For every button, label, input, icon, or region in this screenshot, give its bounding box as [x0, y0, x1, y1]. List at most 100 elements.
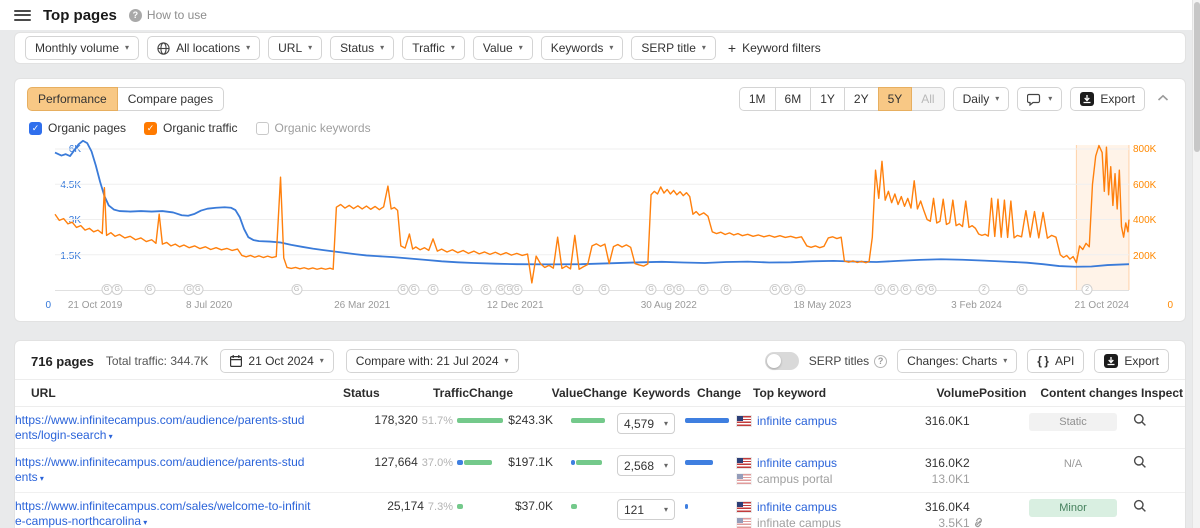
- google-update-icon[interactable]: G: [462, 284, 473, 295]
- range-button-2y[interactable]: 2Y: [844, 87, 879, 111]
- api-button[interactable]: { } API: [1027, 349, 1084, 373]
- legend-checkbox-organic-traffic[interactable]: ✓Organic traffic: [144, 121, 237, 135]
- page-url-link[interactable]: https://www.infinitecampus.com/audience/…: [15, 413, 327, 443]
- google-update-icon[interactable]: G: [397, 284, 408, 295]
- google-update-icon[interactable]: G: [291, 284, 302, 295]
- google-update-icon[interactable]: G: [408, 284, 419, 295]
- caret-down-icon: ▾: [664, 420, 668, 428]
- google-update-icon[interactable]: G: [646, 284, 657, 295]
- scrollbar-thumb[interactable]: [1194, 2, 1200, 152]
- column-header-value[interactable]: Value: [519, 380, 583, 406]
- top-keyword-link[interactable]: infinite campus: [757, 456, 837, 470]
- column-header-position[interactable]: Position: [979, 380, 1037, 406]
- filter-button-monthly-volume[interactable]: Monthly volume▾: [25, 36, 139, 60]
- keyword-volume: 316.0K: [905, 455, 963, 471]
- google-update-icon[interactable]: G: [112, 284, 123, 295]
- range-button-1m[interactable]: 1M: [739, 87, 776, 111]
- update-marker-2-icon[interactable]: 2: [1082, 284, 1093, 295]
- google-update-icon[interactable]: G: [900, 284, 911, 295]
- google-update-icon[interactable]: G: [144, 284, 155, 295]
- inspect-button[interactable]: [1125, 413, 1155, 430]
- update-marker-2-icon[interactable]: 2: [979, 284, 990, 295]
- page-url-link[interactable]: https://www.infinitecampus.com/sales/wel…: [15, 499, 327, 528]
- changes-select[interactable]: Changes: Charts ▾: [897, 349, 1017, 373]
- serp-titles-toggle[interactable]: [765, 352, 799, 370]
- legend-checkbox-organic-keywords[interactable]: Organic keywords: [256, 121, 371, 135]
- google-update-icon[interactable]: G: [480, 284, 491, 295]
- api-label: API: [1055, 354, 1074, 368]
- tab-compare-pages[interactable]: Compare pages: [117, 87, 224, 111]
- change-bar: [567, 413, 617, 428]
- inspect-button[interactable]: [1125, 499, 1155, 516]
- google-update-icon[interactable]: G: [795, 284, 806, 295]
- range-button-1y[interactable]: 1Y: [810, 87, 845, 111]
- column-header-status[interactable]: Status: [343, 380, 387, 406]
- legend-checkbox-organic-pages[interactable]: ✓Organic pages: [29, 121, 126, 135]
- table-export-button[interactable]: Export: [1094, 349, 1169, 373]
- notes-button[interactable]: ▾: [1017, 87, 1062, 111]
- column-header-traffic[interactable]: Traffic: [387, 380, 469, 406]
- filter-button-status[interactable]: Status▾: [330, 36, 394, 60]
- scrollbar-track[interactable]: [1192, 0, 1200, 528]
- page-url-link[interactable]: https://www.infinitecampus.com/audience/…: [15, 455, 327, 485]
- top-keyword-line: infinite campus: [737, 455, 905, 471]
- top-keyword-link[interactable]: infinite campus: [757, 414, 837, 428]
- chart-plot-area[interactable]: [55, 149, 1129, 291]
- compare-with-button[interactable]: Compare with: 21 Jul 2024 ▾: [346, 349, 519, 373]
- column-header-change[interactable]: Change: [583, 380, 633, 406]
- column-header-content-changes[interactable]: Content changes: [1037, 380, 1141, 406]
- granularity-select[interactable]: Daily ▾: [953, 87, 1010, 111]
- google-update-icon[interactable]: G: [573, 284, 584, 295]
- range-button-5y[interactable]: 5Y: [878, 87, 913, 111]
- google-update-icon[interactable]: G: [721, 284, 732, 295]
- filter-button-traffic[interactable]: Traffic▾: [402, 36, 465, 60]
- column-header-volume[interactable]: Volume: [921, 380, 979, 406]
- google-update-icon[interactable]: G: [511, 284, 522, 295]
- google-update-icon[interactable]: G: [673, 284, 684, 295]
- column-header-change[interactable]: Change: [469, 380, 519, 406]
- keywords-dropdown[interactable]: 2,568▾: [617, 455, 675, 476]
- google-update-icon[interactable]: G: [874, 284, 885, 295]
- column-header-top-keyword[interactable]: Top keyword: [753, 380, 921, 406]
- column-header-inspect[interactable]: Inspect: [1141, 380, 1171, 406]
- filter-button-all-locations[interactable]: All locations▾: [147, 36, 260, 60]
- google-update-icon[interactable]: G: [915, 284, 926, 295]
- filter-button-serp-title[interactable]: SERP title▾: [631, 36, 715, 60]
- filter-button-keywords[interactable]: Keywords▾: [541, 36, 624, 60]
- google-update-icon[interactable]: G: [887, 284, 898, 295]
- tab-performance[interactable]: Performance: [27, 87, 118, 111]
- google-update-icon[interactable]: G: [1016, 284, 1027, 295]
- google-update-icon[interactable]: G: [926, 284, 937, 295]
- google-update-icon[interactable]: G: [101, 284, 112, 295]
- date-select-button[interactable]: 21 Oct 2024 ▾: [220, 349, 333, 373]
- google-update-icon[interactable]: G: [781, 284, 792, 295]
- link-icon[interactable]: [972, 516, 985, 528]
- filter-button-url[interactable]: URL▾: [268, 36, 322, 60]
- range-button-6m[interactable]: 6M: [775, 87, 812, 111]
- us-flag-icon: [737, 518, 751, 528]
- how-to-use-link[interactable]: ? How to use: [129, 8, 207, 22]
- caret-down-icon: ▾: [380, 44, 384, 52]
- google-update-icon[interactable]: G: [697, 284, 708, 295]
- caret-down-icon: ▾: [246, 44, 250, 52]
- column-header-url[interactable]: URL: [31, 380, 343, 406]
- google-update-icon[interactable]: G: [192, 284, 203, 295]
- google-update-icon[interactable]: G: [598, 284, 609, 295]
- add-keyword-filters-button[interactable]: + Keyword filters: [728, 40, 821, 56]
- google-update-icon[interactable]: G: [769, 284, 780, 295]
- chart-export-button[interactable]: Export: [1070, 87, 1145, 111]
- position-cell: 1: [963, 413, 1021, 429]
- column-header-keywords[interactable]: Keywords: [633, 380, 697, 406]
- right-axis-tick: 800K: [1133, 144, 1173, 155]
- keywords-dropdown[interactable]: 4,579▾: [617, 413, 675, 434]
- collapse-chart-icon[interactable]: [1153, 93, 1173, 105]
- value-cell: $243.3K: [503, 413, 567, 427]
- keywords-dropdown[interactable]: 121▾: [617, 499, 675, 520]
- filter-button-value[interactable]: Value▾: [473, 36, 533, 60]
- google-update-icon[interactable]: G: [428, 284, 439, 295]
- column-header-change[interactable]: Change: [697, 380, 753, 406]
- hamburger-menu-icon[interactable]: [14, 10, 31, 21]
- top-keyword-link[interactable]: infinite campus: [757, 500, 837, 514]
- inspect-button[interactable]: [1125, 455, 1155, 472]
- chart-export-label: Export: [1100, 92, 1135, 106]
